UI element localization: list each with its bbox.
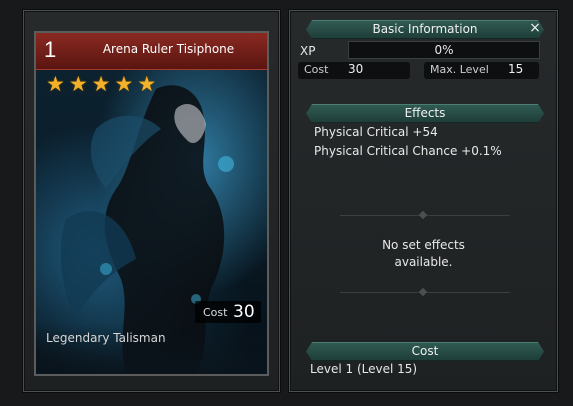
max-level-value: 15 [508,62,524,76]
cost-header: Cost [306,342,544,361]
card-header: 1 Arena Ruler Tisiphone [36,33,267,70]
cost-level-text: Level 1 (Level 15) [310,362,418,376]
xp-value: 0% [434,43,454,57]
card-cost-value: 30 [233,302,255,322]
max-level-stat: Max. Level 15 [424,62,539,79]
basic-info-header: Basic Information [306,20,544,39]
max-level-label: Max. Level [430,63,489,76]
close-icon[interactable]: × [527,20,543,36]
star-rating: ★ ★ ★ ★ ★ [46,73,156,95]
divider [340,215,510,216]
cost-stat: Cost 30 [298,62,410,79]
star-icon: ★ [137,72,157,96]
star-icon: ★ [114,72,134,96]
star-icon: ★ [46,72,65,96]
star-icon: ★ [91,72,111,96]
card-level: 1 [44,37,57,62]
effects-header: Effects [306,104,544,123]
card-panel: 1 Arena Ruler Tisiphone ★ ★ ★ ★ ★ Cost 3… [23,10,280,392]
card-cost-label: Cost [203,306,228,319]
card-rarity: Legendary Talisman [46,331,166,345]
xp-label: XP [300,44,316,58]
info-panel: Basic Information × XP 0% Cost 30 Max. L… [289,10,558,392]
talisman-card[interactable]: 1 Arena Ruler Tisiphone ★ ★ ★ ★ ★ Cost 3… [34,31,269,376]
xp-bar: 0% [348,41,540,59]
effect-line: Physical Critical Chance +0.1% [314,144,502,158]
divider [340,292,510,293]
set-effects-text-2: available. [394,255,453,269]
card-cost-box: Cost 30 [195,301,261,323]
cost-stat-label: Cost [304,63,329,76]
effect-line: Physical Critical +54 [314,125,438,139]
cost-stat-value: 30 [348,62,364,76]
set-effects-text-1: No set effects [382,238,465,252]
card-name: Arena Ruler Tisiphone [102,42,235,56]
star-icon: ★ [68,72,88,96]
